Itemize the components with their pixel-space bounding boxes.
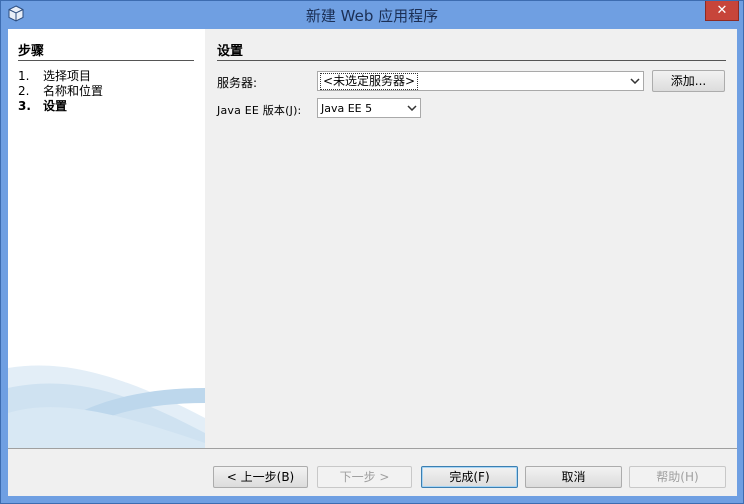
help-button[interactable]: 帮助(H) — [629, 466, 726, 488]
footer-divider — [8, 448, 737, 449]
server-label: 服务器: — [217, 76, 258, 90]
step-item-settings: 3. 设置 — [18, 99, 103, 114]
close-icon: ✕ — [716, 3, 728, 18]
steps-panel: 步骤 1. 选择项目 2. 名称和位置 3. 设置 — [8, 29, 205, 448]
steps-title: 步骤 — [18, 40, 194, 61]
cancel-button[interactable]: 取消 — [525, 466, 622, 488]
javaee-version-label: Java EE 版本(J): — [217, 104, 302, 117]
title-bar[interactable]: 新建 Web 应用程序 ✕ — [1, 1, 743, 28]
close-button[interactable]: ✕ — [705, 1, 739, 21]
step-number: 2. — [18, 84, 30, 98]
javaee-version-value: Java EE 5 — [321, 102, 373, 115]
step-item-name-location: 2. 名称和位置 — [18, 84, 103, 99]
step-number: 1. — [18, 69, 30, 83]
dialog-body: 步骤 1. 选择项目 2. 名称和位置 3. 设置 设置 服务器: <未选定服务… — [8, 29, 737, 496]
step-label: 名称和位置 — [43, 84, 104, 98]
javaee-version-select[interactable]: Java EE 5 — [317, 98, 421, 118]
wizard-decoration — [8, 365, 205, 448]
server-select-value: <未选定服务器> — [320, 73, 419, 90]
settings-title: 设置 — [217, 40, 726, 61]
chevron-down-icon — [626, 72, 643, 90]
server-select[interactable]: <未选定服务器> — [317, 71, 644, 91]
step-label: 设置 — [43, 99, 68, 113]
chevron-down-icon — [403, 99, 420, 117]
add-server-button[interactable]: 添加... — [652, 70, 725, 92]
step-label: 选择项目 — [43, 69, 92, 83]
dialog-window: 新建 Web 应用程序 ✕ 步骤 1. 选择项目 2. 名称和位置 3. 设置 — [0, 0, 744, 504]
finish-button[interactable]: 完成(F) — [421, 466, 518, 488]
back-button[interactable]: < 上一步(B) — [213, 466, 308, 488]
window-title: 新建 Web 应用程序 — [305, 7, 439, 25]
step-number: 3. — [18, 99, 31, 113]
steps-list: 1. 选择项目 2. 名称和位置 3. 设置 — [18, 69, 103, 114]
step-item-select-project: 1. 选择项目 — [18, 69, 103, 84]
next-button[interactable]: 下一步 > — [317, 466, 412, 488]
